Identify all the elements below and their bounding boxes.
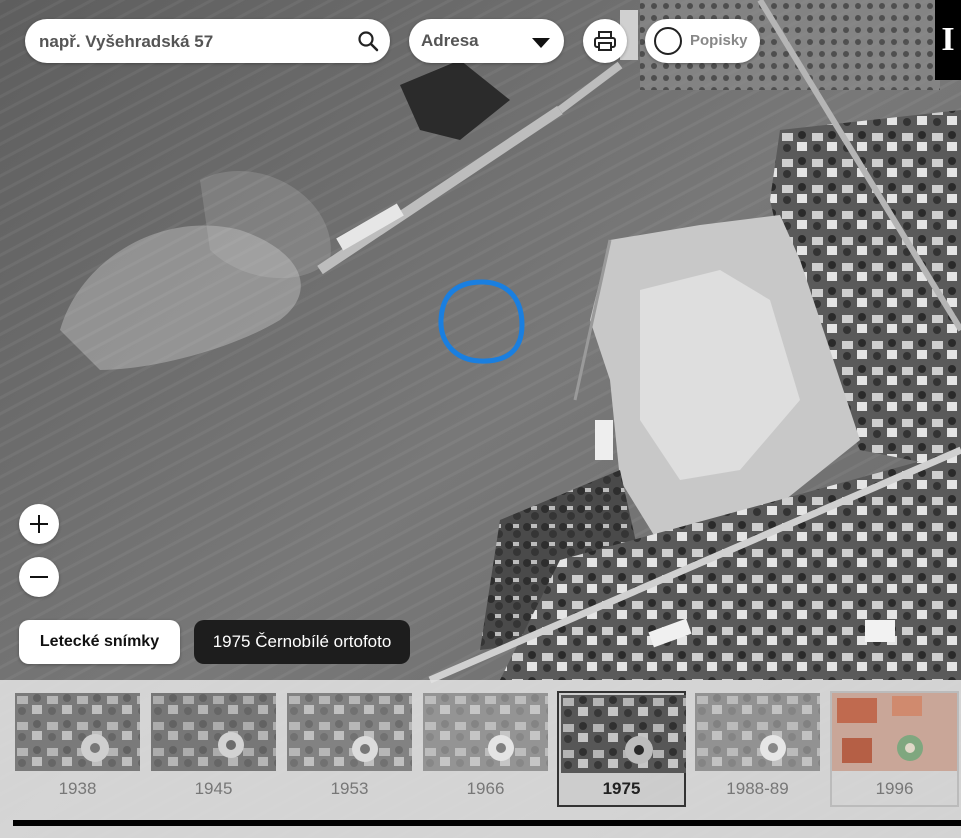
timeline-year-label: 1975 <box>602 779 641 798</box>
dropdown-arrow-icon <box>532 36 550 54</box>
print-button[interactable] <box>583 19 627 63</box>
search-icon[interactable] <box>356 29 380 53</box>
thumbnail-1938 <box>15 693 140 771</box>
thumbnail-1953 <box>287 693 412 771</box>
thumbnail-1966 <box>423 693 548 771</box>
search-input[interactable] <box>37 19 351 65</box>
circle-toggle-icon[interactable] <box>654 27 682 55</box>
timeline-year-label: 1988-89 <box>726 779 789 798</box>
thumbnail-1975 <box>561 695 686 773</box>
zoom-in-icon <box>30 515 48 533</box>
current-layer-label: 1975 Černobílé ortofoto <box>194 620 410 664</box>
zoom-out-icon <box>30 576 48 578</box>
info-button[interactable]: I <box>935 0 961 80</box>
timeline-item-1953[interactable]: 1953 <box>287 693 412 807</box>
timeline-item-1975[interactable]: 1975 <box>557 691 686 807</box>
timeline: 1938 1945 1953 1966 1975 1988-89 1996 <box>0 680 961 838</box>
timeline-item-1938[interactable]: 1938 <box>15 693 140 807</box>
search-box[interactable] <box>25 19 390 65</box>
labels-toggle-label: Popisky <box>690 32 748 49</box>
search-type-value: Adresa <box>421 31 479 50</box>
timeline-year-label: 1996 <box>875 779 914 798</box>
thumbnail-1988-89 <box>695 693 820 771</box>
timeline-year-label: 1945 <box>194 779 233 798</box>
labels-toggle[interactable]: Popisky <box>645 19 760 63</box>
search-type-select[interactable]: Adresa <box>409 19 564 63</box>
aerial-photos-button[interactable]: Letecké snímky <box>19 620 180 664</box>
timeline-item-1996[interactable]: 1996 <box>830 691 959 807</box>
timeline-year-label: 1953 <box>330 779 369 798</box>
print-icon <box>594 31 616 51</box>
timeline-item-1966[interactable]: 1966 <box>423 693 548 807</box>
thumbnail-1996 <box>832 693 957 771</box>
zoom-in-button[interactable] <box>19 504 59 544</box>
timeline-track[interactable] <box>13 820 961 826</box>
timeline-item-1945[interactable]: 1945 <box>151 693 276 807</box>
zoom-out-button[interactable] <box>19 557 59 597</box>
timeline-year-label: 1966 <box>466 779 505 798</box>
timeline-item-1988-89[interactable]: 1988-89 <box>695 693 820 807</box>
thumbnail-1945 <box>151 693 276 771</box>
timeline-year-label: 1938 <box>58 779 97 798</box>
